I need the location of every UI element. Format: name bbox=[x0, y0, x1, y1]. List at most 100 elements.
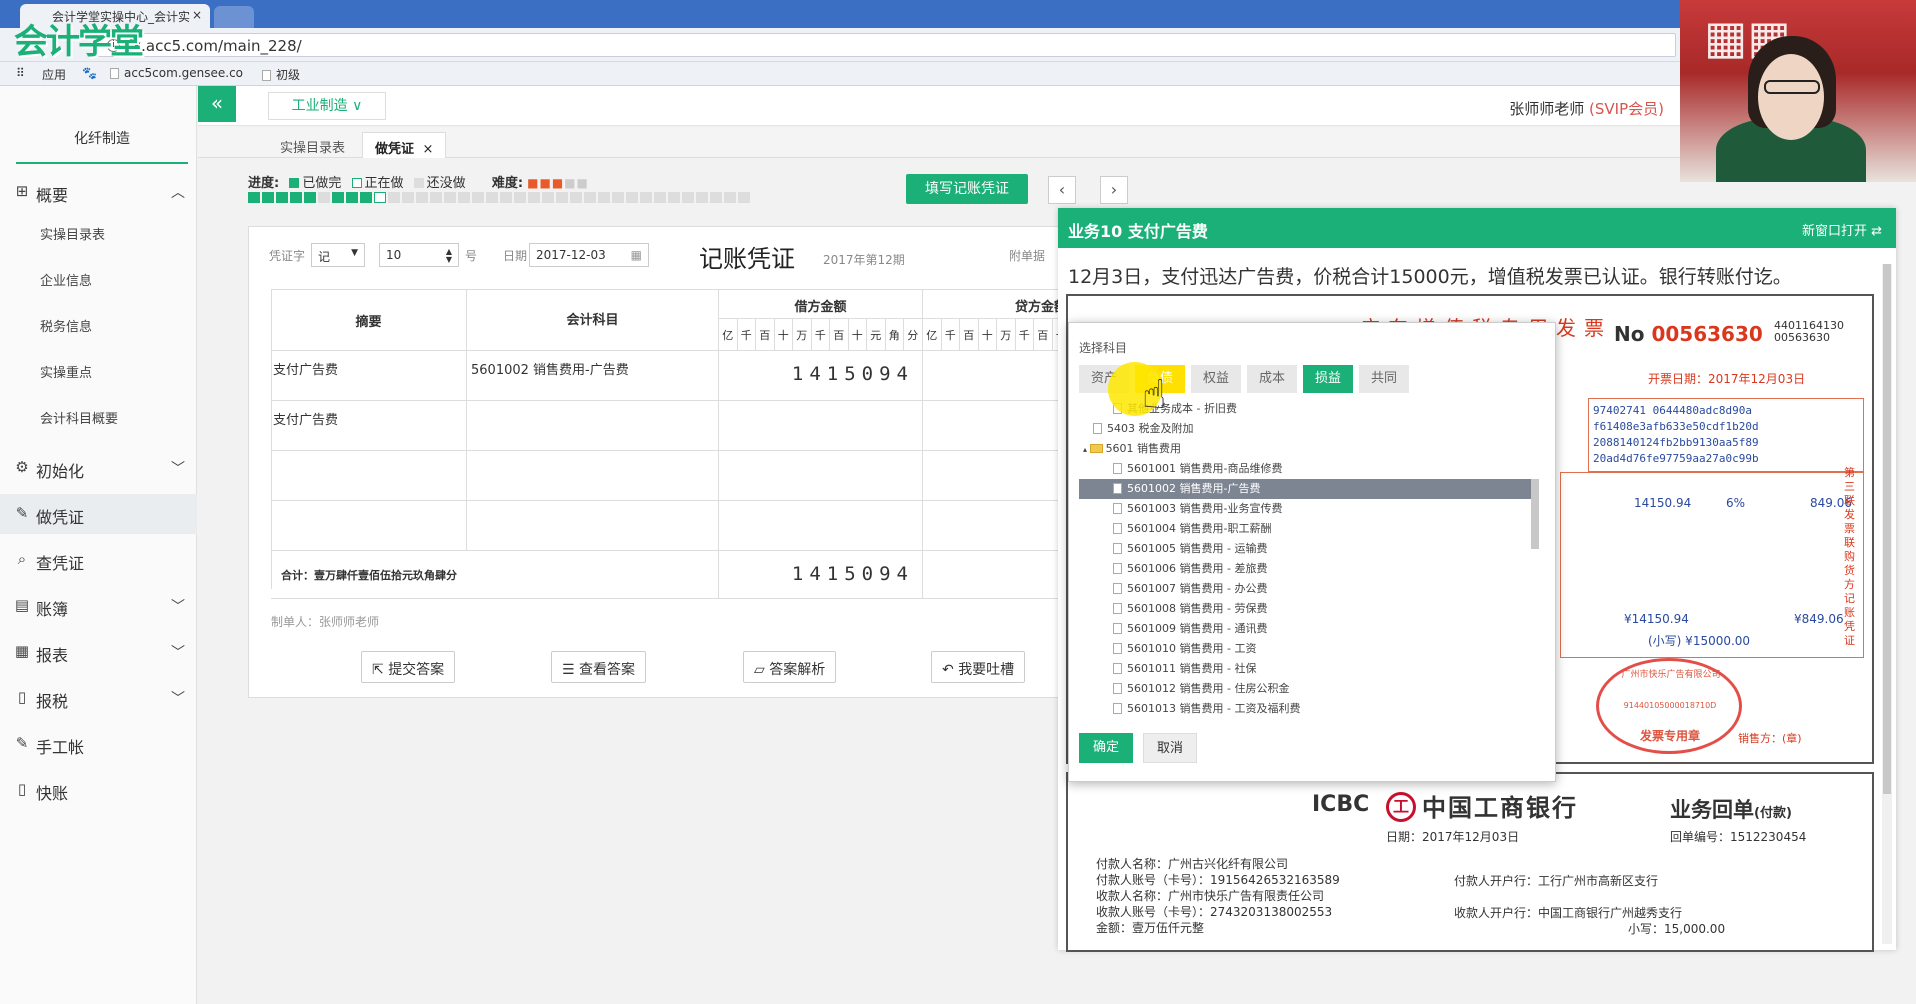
prev-task-button[interactable]: ‹ bbox=[1048, 176, 1076, 204]
picker-ok-button[interactable]: 确定 bbox=[1079, 733, 1133, 763]
row-credit-cell[interactable] bbox=[923, 401, 1071, 451]
row-credit-cell[interactable] bbox=[923, 351, 1071, 401]
tab-close-icon[interactable]: × bbox=[192, 8, 202, 22]
tree-folder[interactable]: ▴ 5601 销售费用 bbox=[1079, 439, 1539, 459]
progress-step[interactable] bbox=[388, 192, 400, 203]
apps-icon[interactable]: ⠿ bbox=[16, 66, 25, 80]
row-credit-cell[interactable] bbox=[923, 451, 1071, 501]
row-debit-cell[interactable]: 1415094 bbox=[719, 351, 923, 401]
tab-make-voucher[interactable]: 做凭证 × bbox=[362, 132, 447, 158]
progress-step[interactable] bbox=[374, 192, 386, 203]
tree-item[interactable]: 5601010 销售费用 - 工资 bbox=[1079, 639, 1539, 659]
answer-analysis-button[interactable]: ▱ 答案解析 bbox=[743, 651, 837, 683]
row-debit-cell[interactable] bbox=[719, 501, 923, 551]
feedback-button[interactable]: ↶ 我要吐槽 bbox=[931, 651, 1026, 683]
progress-step[interactable] bbox=[472, 192, 484, 203]
tree-item[interactable]: 5601011 销售费用 - 社保 bbox=[1079, 659, 1539, 679]
progress-step[interactable] bbox=[514, 192, 526, 203]
panel-scrollbar[interactable] bbox=[1882, 264, 1892, 944]
progress-step[interactable] bbox=[598, 192, 610, 203]
row-credit-cell[interactable] bbox=[923, 501, 1071, 551]
progress-step[interactable] bbox=[626, 192, 638, 203]
row-summary-cell[interactable]: 支付广告费 bbox=[271, 351, 467, 401]
bookmark-gensee[interactable]: acc5com.gensee.co bbox=[110, 66, 243, 80]
sidebar-item-view-voucher[interactable]: ⌕ 查凭证 bbox=[0, 540, 197, 580]
row-account-cell[interactable] bbox=[467, 451, 719, 501]
tree-item[interactable]: 5601003 销售费用-业务宣传费 bbox=[1079, 499, 1539, 519]
sidebar-item-reports[interactable]: ▦ 报表 ﹀ bbox=[0, 632, 197, 672]
url-field[interactable]: i fx.acc5.com/main_228/ bbox=[96, 33, 1676, 57]
sidebar-item-tax-filing[interactable]: ▯ 报税 ﹀ bbox=[0, 678, 197, 718]
sidebar-item-ledger[interactable]: ▤ 账簿 ﹀ bbox=[0, 586, 197, 626]
progress-step[interactable] bbox=[402, 192, 414, 203]
progress-step[interactable] bbox=[710, 192, 722, 203]
progress-step[interactable] bbox=[668, 192, 680, 203]
progress-step[interactable] bbox=[346, 192, 358, 203]
tree-item[interactable]: 5601005 销售费用 - 运输费 bbox=[1079, 539, 1539, 559]
industry-dropdown[interactable]: 工业制造 ∨ bbox=[268, 92, 386, 120]
sidebar-item-make-voucher[interactable]: ✎ 做凭证 bbox=[0, 494, 197, 534]
picker-tab-cost[interactable]: 成本 bbox=[1247, 365, 1297, 393]
sidebar-sub-company[interactable]: 企业信息 bbox=[0, 258, 197, 298]
progress-step[interactable] bbox=[696, 192, 708, 203]
row-account-cell[interactable] bbox=[467, 501, 719, 551]
bookmark-chuji[interactable]: 初级 bbox=[262, 66, 300, 83]
sidebar-item-quick-books[interactable]: ▯ 快账 bbox=[0, 770, 197, 810]
progress-step[interactable] bbox=[542, 192, 554, 203]
tree-item[interactable]: 5601008 销售费用 - 劳保费 bbox=[1079, 599, 1539, 619]
submit-answer-button[interactable]: ⇱ 提交答案 bbox=[361, 651, 456, 683]
tab-catalog[interactable]: 实操目录表 bbox=[268, 132, 357, 158]
bookmark-apps[interactable]: 应用 bbox=[42, 66, 66, 83]
row-debit-cell[interactable] bbox=[719, 451, 923, 501]
progress-step[interactable] bbox=[248, 192, 260, 203]
sidebar-item-manual-books[interactable]: ✎ 手工帐 bbox=[0, 724, 197, 764]
progress-step[interactable] bbox=[416, 192, 428, 203]
progress-step[interactable] bbox=[360, 192, 372, 203]
row-summary-cell[interactable] bbox=[271, 501, 467, 551]
progress-step[interactable] bbox=[640, 192, 652, 203]
progress-step[interactable] bbox=[318, 192, 330, 203]
tree-item[interactable]: 5601004 销售费用-职工薪酬 bbox=[1079, 519, 1539, 539]
new-tab-button[interactable] bbox=[214, 6, 254, 28]
collapse-sidebar-button[interactable]: « bbox=[198, 86, 236, 122]
progress-step[interactable] bbox=[682, 192, 694, 203]
tree-item[interactable]: 5601009 销售费用 - 通讯费 bbox=[1079, 619, 1539, 639]
progress-step[interactable] bbox=[654, 192, 666, 203]
tree-item[interactable]: 5601006 销售费用 - 差旅费 bbox=[1079, 559, 1539, 579]
sidebar-sub-keypoints[interactable]: 实操重点 bbox=[0, 350, 197, 390]
picker-cancel-button[interactable]: 取消 bbox=[1143, 733, 1197, 763]
picker-tab-profit-loss[interactable]: 损益 bbox=[1303, 365, 1353, 393]
tree-scrollbar[interactable] bbox=[1529, 399, 1541, 719]
progress-step[interactable] bbox=[458, 192, 470, 203]
voucher-date-field[interactable]: 2017-12-03 ▦ bbox=[529, 243, 649, 267]
picker-tab-equity[interactable]: 权益 bbox=[1191, 365, 1241, 393]
progress-step[interactable] bbox=[556, 192, 568, 203]
progress-step[interactable] bbox=[724, 192, 736, 203]
progress-step[interactable] bbox=[528, 192, 540, 203]
progress-step[interactable] bbox=[276, 192, 288, 203]
fill-voucher-button[interactable]: 填写记账凭证 bbox=[906, 174, 1028, 204]
progress-step[interactable] bbox=[738, 192, 750, 203]
row-debit-cell[interactable] bbox=[719, 401, 923, 451]
row-summary-cell[interactable] bbox=[271, 451, 467, 501]
sidebar-sub-catalog[interactable]: 实操目录表 bbox=[0, 212, 197, 252]
progress-step[interactable] bbox=[444, 192, 456, 203]
progress-step[interactable] bbox=[290, 192, 302, 203]
voucher-word-select[interactable]: 记 ▼ bbox=[311, 243, 365, 267]
row-account-cell[interactable]: 5601002 销售费用-广告费 bbox=[467, 351, 719, 401]
open-new-window-button[interactable]: 新窗口打开 ⇄ bbox=[1802, 220, 1882, 239]
tree-item[interactable]: 5601013 销售费用 - 工资及福利费 bbox=[1079, 699, 1539, 719]
tree-item[interactable]: 5601007 销售费用 - 办公费 bbox=[1079, 579, 1539, 599]
progress-step[interactable] bbox=[570, 192, 582, 203]
voucher-number-field[interactable]: 10 ▲ ▼ bbox=[379, 243, 459, 267]
close-icon[interactable]: × bbox=[423, 142, 434, 157]
sidebar-sub-tax[interactable]: 税务信息 bbox=[0, 304, 197, 344]
picker-tab-common[interactable]: 共同 bbox=[1359, 365, 1409, 393]
next-task-button[interactable]: › bbox=[1100, 176, 1128, 204]
progress-step[interactable] bbox=[262, 192, 274, 203]
view-answer-button[interactable]: ☰ 查看答案 bbox=[551, 651, 647, 683]
sidebar-item-overview[interactable]: ⊞ 概要 ︿ bbox=[0, 172, 197, 212]
row-account-cell[interactable] bbox=[467, 401, 719, 451]
progress-step[interactable] bbox=[612, 192, 624, 203]
tree-item[interactable]: 5601001 销售费用-商品维修费 bbox=[1079, 459, 1539, 479]
